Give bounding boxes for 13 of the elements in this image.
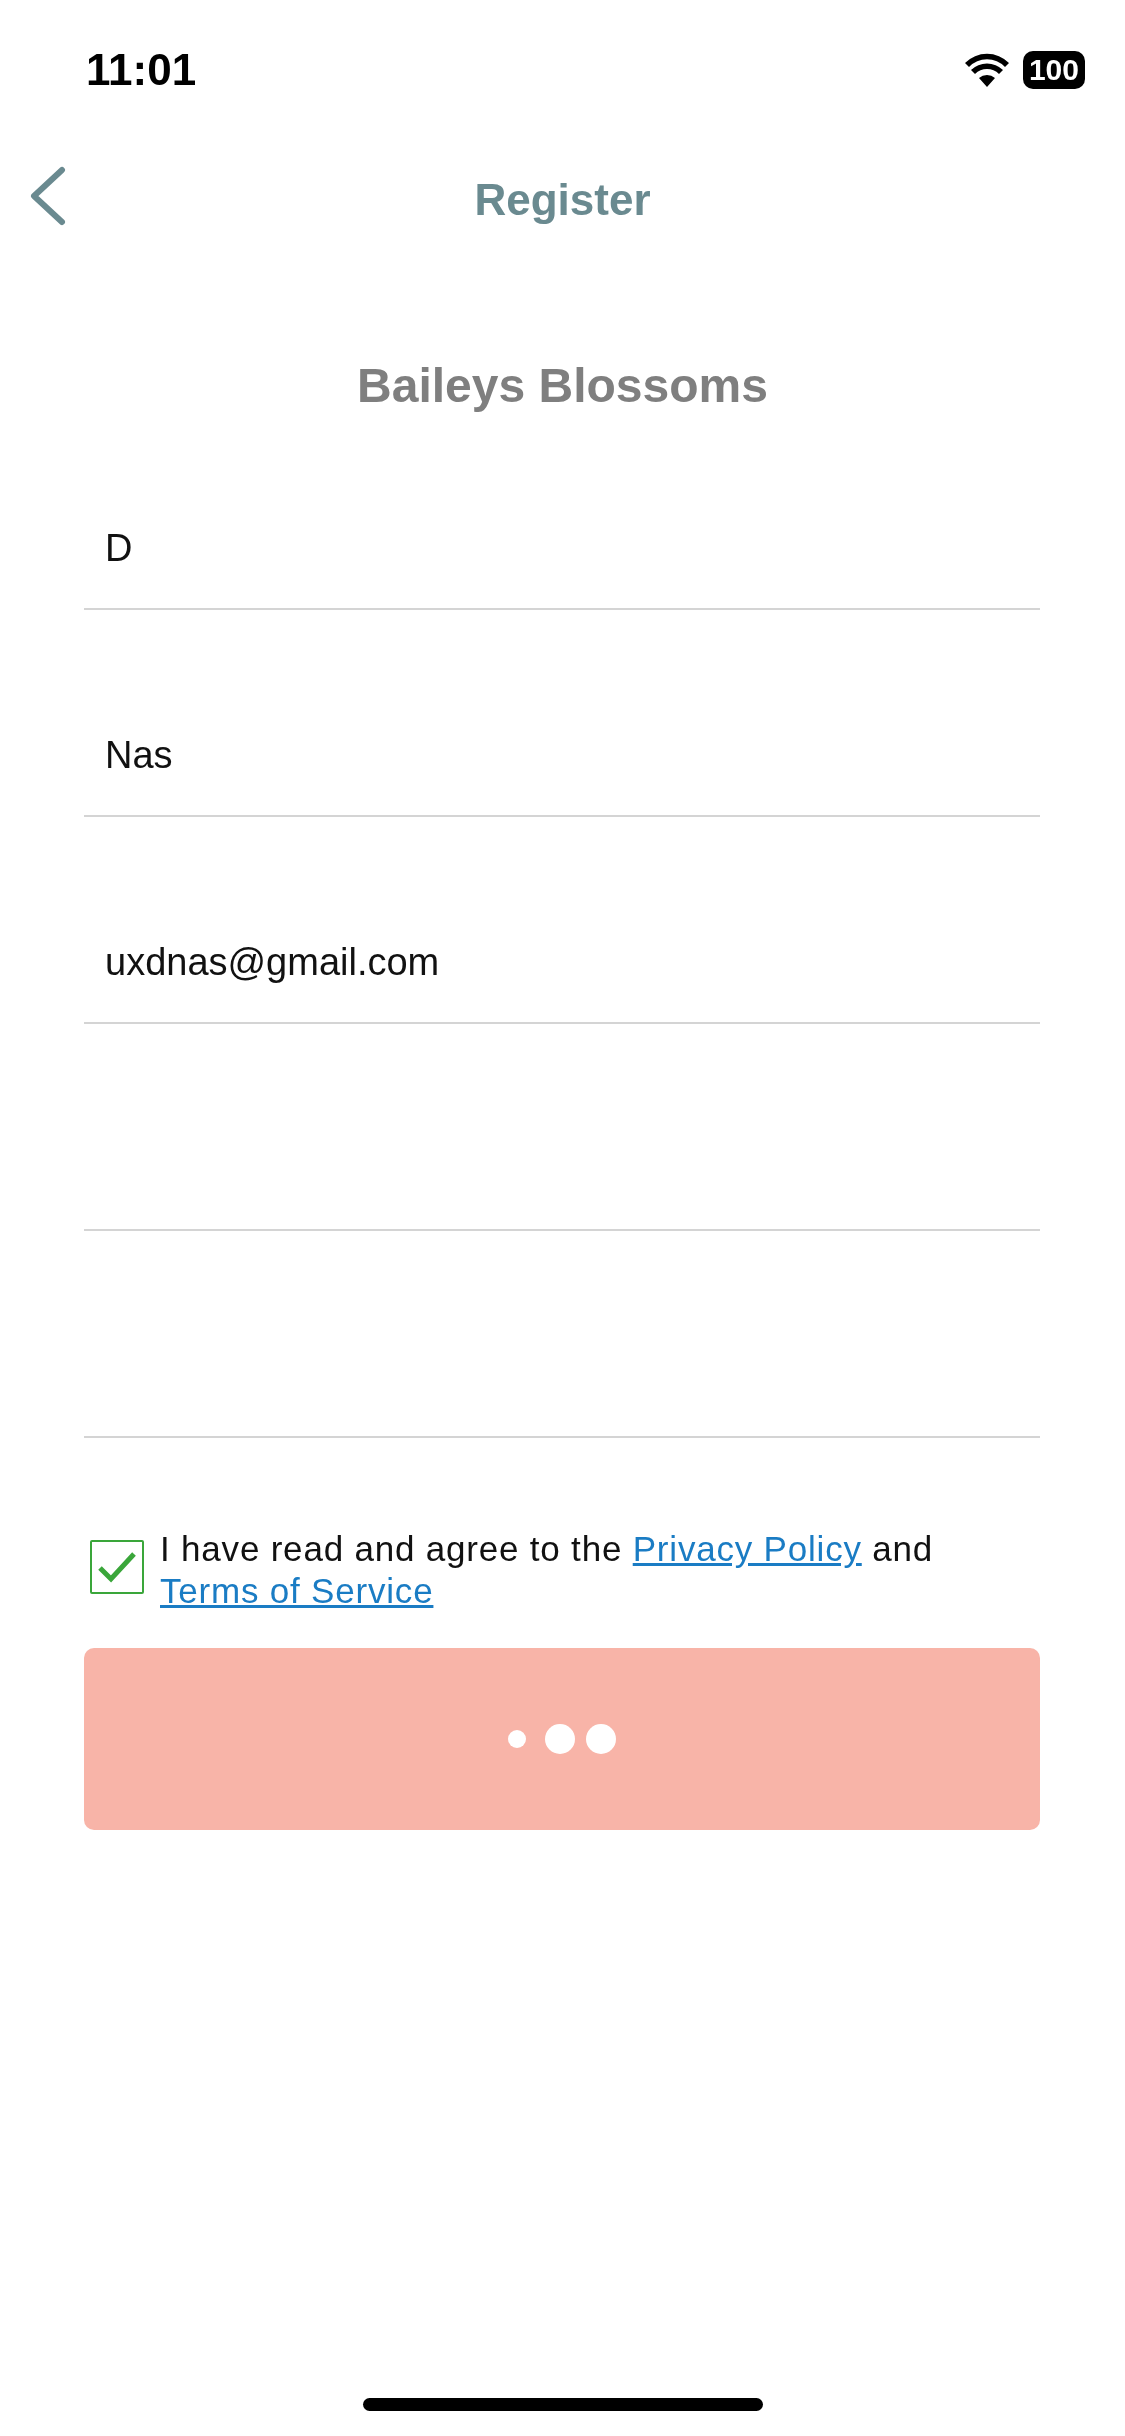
status-time: 11:01 bbox=[86, 45, 197, 95]
input-field[interactable]: Nas bbox=[84, 610, 1040, 817]
page-title: Register bbox=[474, 175, 651, 225]
chevron-left-icon bbox=[28, 166, 68, 226]
agree-checkbox[interactable] bbox=[90, 1540, 144, 1594]
submit-button[interactable] bbox=[84, 1648, 1040, 1830]
loading-dots-icon bbox=[507, 1723, 617, 1755]
wifi-icon bbox=[964, 53, 1009, 87]
input-field[interactable]: uxdnas@gmail.com bbox=[84, 817, 1040, 1024]
agreement-text: I have read and agree to the Privacy Policy and Terms of Service bbox=[160, 1528, 935, 1612]
terms-of-service-link[interactable]: Terms of Service bbox=[160, 1571, 434, 1610]
privacy-policy-link[interactable]: Privacy Policy bbox=[632, 1529, 862, 1568]
battery-icon: 100 bbox=[1022, 51, 1085, 89]
